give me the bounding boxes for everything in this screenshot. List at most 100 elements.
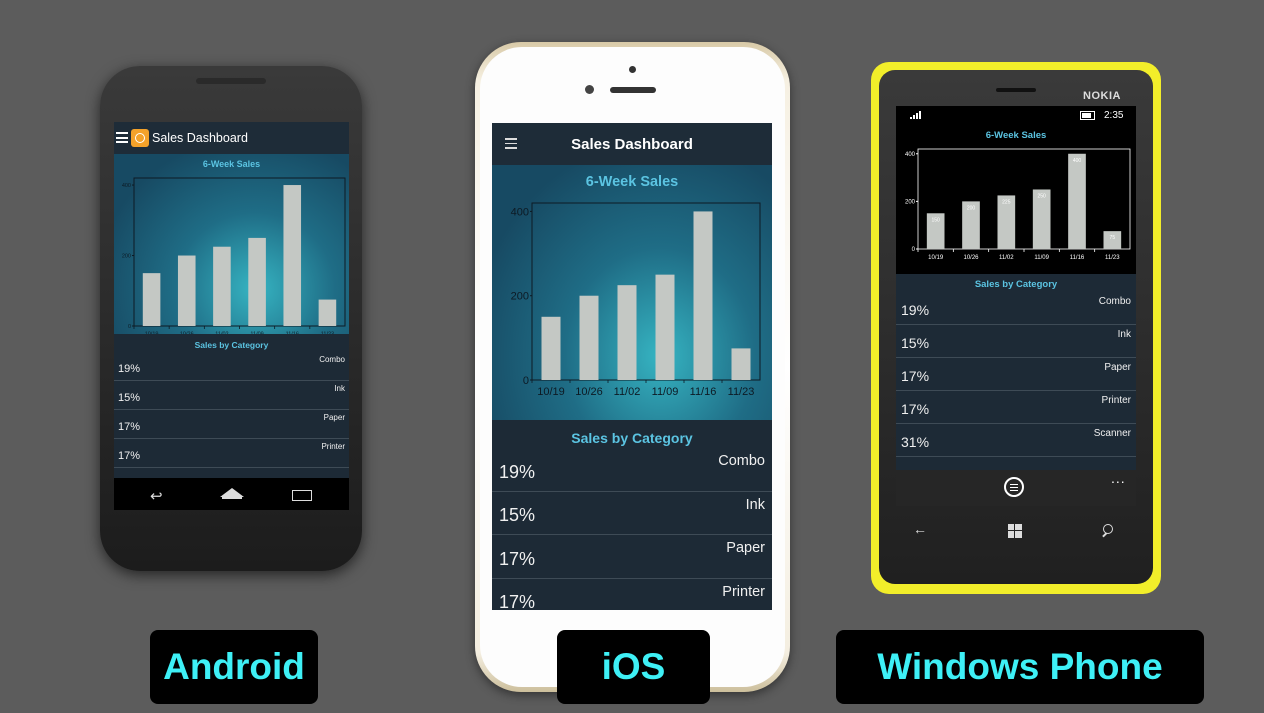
bar-value-label: 225 [1002,199,1011,205]
bar-value-label: 400 [1073,158,1082,164]
plot-frame [133,177,346,327]
bar-value-label: 150 [931,217,940,223]
category-percent: 17% [901,368,930,385]
y-tick-label: 400 [122,183,131,189]
y-tick-label: 0 [523,375,529,387]
x-tick-label: 11/23 [321,332,334,335]
category-name: Ink [745,496,765,513]
plot-frame [531,202,761,381]
y-tick-label: 400 [905,152,916,158]
category-percent: 15% [901,335,930,352]
category-row[interactable]: 17% Paper [896,358,1136,391]
category-row[interactable]: 17% Printer [492,579,772,610]
x-tick-label: 10/19 [145,332,159,335]
wp-screen: 2:35 6-Week Sales 0 200 400 150 10/19 200 10/26… [896,106,1136,506]
category-section-title: Sales by Category [194,340,269,350]
x-tick-label: 10/19 [928,255,944,261]
category-name: Combo [1098,295,1131,307]
x-tick-label: 11/02 [215,332,228,335]
category-percent: 19% [118,362,141,375]
x-tick-label: 10/26 [180,332,194,335]
x-tick-label: 10/19 [537,386,565,398]
category-percent: 17% [118,420,141,433]
brand-logo: NOKIA [1083,90,1121,102]
windows-start-icon[interactable] [1008,524,1022,538]
bar [731,348,751,380]
y-tick-label: 0 [912,247,916,253]
category-list: 19% Combo 15% Ink 17% Paper 17% Printer [114,352,349,468]
android-screen: Sales Dashboard 6-Week Sales 0 200 400 10/19… [114,122,349,510]
wp-app-bar: ... [896,470,1136,506]
bar-value-label: 75 [1110,235,1116,241]
sales-chart: 6-Week Sales 0 200 400 10/19 10/26 11/02 11/09 1… [511,174,761,398]
x-tick-label: 11/09 [652,386,679,398]
app-logo-icon [131,129,149,147]
android-action-bar: Sales Dashboard [114,122,349,154]
recents-icon[interactable] [292,490,312,501]
bar [213,246,231,326]
chart-title: 6-Week Sales [586,174,678,190]
category-name: Printer [321,442,345,452]
signal-icon [910,111,924,119]
category-percent: 17% [499,592,536,610]
category-row[interactable]: 17% Paper [492,535,772,579]
x-tick-label: 11/16 [1070,255,1085,261]
x-tick-label: 11/23 [1105,255,1120,261]
camera-icon [629,66,636,73]
bar [318,299,337,326]
bar [693,211,713,380]
y-tick-label: 200 [905,199,916,205]
chart-title: 6-Week Sales [203,159,260,169]
status-time: 2:35 [1104,110,1124,121]
category-percent: 19% [499,461,536,482]
bar [1068,153,1086,249]
menu-circle-icon[interactable] [1004,477,1024,497]
more-icon[interactable]: ... [1111,470,1126,486]
bar [177,255,196,326]
category-row[interactable]: 19% Combo [896,292,1136,325]
android-speaker [196,78,266,84]
bar [248,237,266,326]
bar [617,285,637,380]
category-name: Printer [722,583,765,600]
sales-chart: 6-Week Sales 0 200 400 10/19 10/26 11/02 11/09 1… [122,159,346,335]
x-tick-label: 11/16 [286,332,299,335]
x-tick-label: 11/09 [250,332,263,335]
wp-back-icon[interactable]: ← [913,521,927,537]
plot-frame [917,148,1131,250]
category-name: Paper [726,540,765,557]
ios-screen: Sales Dashboard 6-Week Sales 0 200 400 10/19… [492,123,772,610]
category-row[interactable]: 15% Ink [896,325,1136,358]
x-tick-label: 11/02 [999,255,1014,261]
category-row[interactable]: 19% Combo [492,448,772,492]
x-tick-label: 11/09 [1034,255,1049,261]
category-name: Paper [323,413,345,423]
category-row[interactable]: 15% Ink [492,492,772,535]
bar [541,316,561,380]
bar-value-label: 250 [1037,193,1046,199]
category-row[interactable]: 17% Printer [114,439,349,468]
chart-title: 6-Week Sales [986,130,1047,141]
bar-value-label: 200 [967,205,976,211]
category-row[interactable]: 31% Scanner [896,424,1136,457]
category-percent: 19% [901,302,930,319]
category-row[interactable]: 15% Ink [114,381,349,410]
ios-speaker [610,87,656,93]
category-percent: 31% [901,434,930,451]
category-row[interactable]: 17% Printer [896,391,1136,424]
y-tick-label: 200 [511,291,529,303]
category-percent: 15% [118,391,141,404]
proximity-sensor [585,85,594,94]
menu-icon[interactable] [116,132,128,143]
category-row[interactable]: 19% Combo [114,352,349,381]
back-icon[interactable]: ↩ [150,487,163,505]
category-row[interactable]: 17% Paper [114,410,349,439]
home-icon-base [222,497,242,499]
bar [142,273,161,326]
home-icon[interactable] [220,488,244,497]
sales-chart: 6-Week Sales 0 200 400 150 10/19 200 10/26 225 11… [905,130,1131,261]
app-title: Sales Dashboard [571,136,693,153]
category-list: 19% Combo 15% Ink 17% Paper 17% Printer 31% Scann… [896,292,1136,457]
x-tick-label: 10/26 [575,386,603,398]
category-name: Paper [1104,361,1131,373]
